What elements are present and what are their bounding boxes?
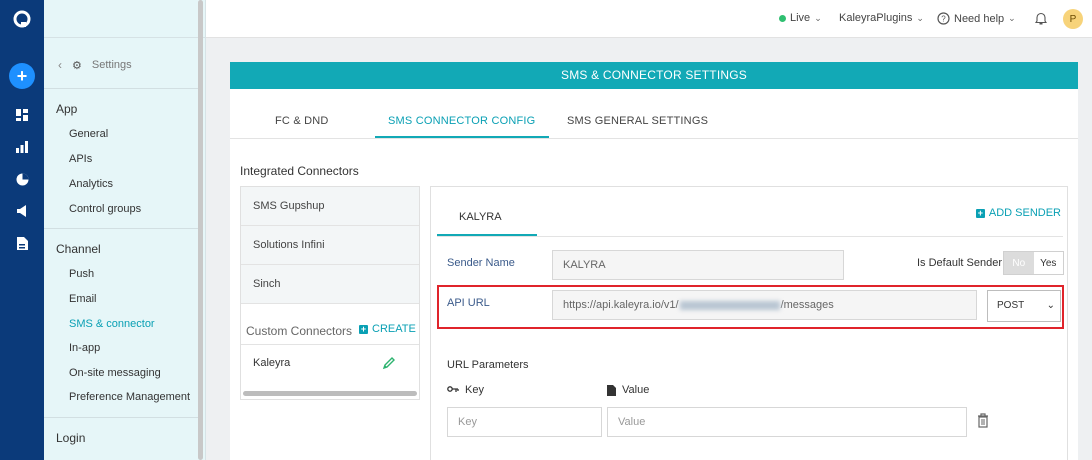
toggle-no[interactable]: No [1004, 252, 1034, 274]
sidebar-item-push[interactable]: Push [69, 268, 94, 280]
integrated-connectors-heading: Integrated Connectors [240, 164, 359, 178]
connector-list: SMS Gupshup Solutions Infini Sinch Custo… [240, 186, 420, 400]
value-header-label: Value [622, 384, 650, 396]
chevron-down-icon: ⌄ [1046, 300, 1055, 311]
connector-name: Kaleyra [253, 357, 291, 369]
document-icon [607, 384, 616, 396]
api-url-input[interactable]: https://api.kaleyra.io/v1/ /messages [552, 290, 977, 320]
add-sender-label: ADD SENDER [988, 207, 1061, 219]
chevron-down-icon: ⌄ [1008, 13, 1016, 23]
param-key-input[interactable]: Key [447, 407, 602, 437]
sidebar-top [44, 0, 205, 38]
plus-icon: + [975, 207, 985, 218]
connector-item-sms-gupshup[interactable]: SMS Gupshup [241, 187, 419, 226]
plus-icon: + [359, 323, 368, 334]
toggle-yes[interactable]: Yes [1034, 252, 1064, 274]
create-icon[interactable]: + [9, 63, 35, 89]
custom-connectors-heading: Custom Connectors [246, 324, 353, 338]
avatar[interactable]: P [1063, 9, 1083, 29]
tab-sms-connector-config[interactable]: SMS CONNECTOR CONFIG [388, 115, 535, 127]
svg-text:?: ? [941, 15, 946, 24]
settings-label: Settings [91, 59, 132, 71]
sidebar-item-in-app[interactable]: In-app [69, 342, 100, 354]
notifications-bell-icon[interactable] [1035, 12, 1047, 25]
key-header-label: Key [465, 384, 484, 396]
trash-icon[interactable] [977, 413, 989, 428]
account-switcher[interactable]: KaleyraPlugins ⌄ [839, 12, 924, 24]
sidebar-scrollbar[interactable] [198, 0, 203, 460]
connector-item-solutions-infini[interactable]: Solutions Infini [241, 226, 419, 265]
redacted-segment [679, 300, 780, 310]
divider [44, 88, 202, 89]
app-logo-icon[interactable] [11, 8, 33, 30]
url-parameters-heading: URL Parameters [447, 359, 529, 371]
is-default-sender-label: Is Default Sender [917, 257, 1002, 269]
sidebar-item-control-groups[interactable]: Control groups [69, 203, 141, 215]
sender-name-label: Sender Name [447, 257, 515, 269]
sidebar-item-analytics[interactable]: Analytics [69, 178, 113, 190]
sms-connector-settings-card: SMS & CONNECTOR SETTINGS FC & DND SMS CO… [230, 62, 1078, 460]
settings-tabs: FC & DND SMS CONNECTOR CONFIG SMS GENERA… [230, 89, 1078, 139]
api-url-label: API URL [447, 297, 490, 309]
default-sender-toggle[interactable]: No Yes [1003, 251, 1064, 275]
top-bar: Live ⌄ KaleyraPlugins ⌄ ? Need help ⌄ P [206, 0, 1092, 38]
sender-tab-kalyra[interactable]: KALYRA [459, 211, 502, 223]
key-column-header: Key [447, 384, 484, 396]
chevron-down-icon: ⌄ [814, 12, 822, 23]
http-method-value: POST [997, 300, 1025, 311]
param-value-input[interactable]: Value [607, 407, 967, 437]
http-method-select[interactable]: POST ⌄ [987, 290, 1061, 322]
sidebar-item-apis[interactable]: APIs [69, 153, 92, 165]
sidebar-item-email[interactable]: Email [69, 293, 97, 305]
divider [44, 417, 202, 418]
connector-item-kaleyra[interactable]: Kaleyra [241, 344, 419, 389]
tab-fc-dnd[interactable]: FC & DND [275, 115, 329, 127]
document-icon[interactable] [11, 232, 33, 254]
pie-chart-icon[interactable] [11, 168, 33, 190]
create-connector-button[interactable]: + CREATE [359, 323, 416, 335]
page-title: SMS & CONNECTOR SETTINGS [230, 62, 1078, 89]
megaphone-icon[interactable] [11, 200, 33, 222]
api-url-prefix: https://api.kaleyra.io/v1/ [563, 299, 679, 311]
sender-name-input[interactable]: KALYRA [552, 250, 844, 280]
gear-icon: ⚙ [72, 59, 82, 72]
api-url-suffix: /messages [780, 299, 834, 311]
edit-pencil-icon[interactable] [382, 356, 396, 370]
section-login: Login [56, 431, 86, 445]
tab-sms-general-settings[interactable]: SMS GENERAL SETTINGS [567, 115, 708, 127]
value-column-header: Value [607, 384, 649, 396]
divider [437, 236, 1063, 237]
connector-detail-panel: KALYRA + ADD SENDER Sender Name KALYRA I… [430, 186, 1068, 460]
help-circle-icon: ? [937, 12, 950, 25]
env-label: Live [790, 12, 811, 24]
connector-item-sinch[interactable]: Sinch [241, 265, 419, 304]
settings-sidebar: ‹ ⚙ Settings App General APIs Analytics … [44, 0, 206, 460]
section-app: App [56, 102, 78, 116]
sidebar-item-general[interactable]: General [69, 128, 108, 140]
help-menu[interactable]: ? Need help ⌄ [937, 12, 1016, 25]
back-to-settings[interactable]: ‹ ⚙ Settings [58, 58, 132, 72]
chevron-left-icon: ‹ [58, 58, 62, 72]
add-sender-button[interactable]: + ADD SENDER [975, 207, 1061, 219]
account-label: KaleyraPlugins [839, 12, 913, 24]
icon-rail: + [0, 0, 44, 460]
sidebar-item-preference-management[interactable]: Preference Management [69, 391, 190, 403]
connector-list-scrollbar[interactable] [243, 391, 417, 396]
active-tab-indicator [375, 136, 549, 138]
chevron-down-icon: ⌄ [916, 12, 924, 23]
sidebar-item-sms-connector[interactable]: SMS & connector [69, 318, 155, 330]
section-channel: Channel [56, 242, 101, 256]
analytics-bar-icon[interactable] [11, 136, 33, 158]
help-label: Need help [954, 12, 1005, 25]
env-switcher[interactable]: Live ⌄ [779, 12, 822, 24]
sidebar-item-on-site-messaging[interactable]: On-site messaging [69, 367, 161, 379]
create-label: CREATE [372, 323, 416, 335]
dashboard-icon[interactable] [11, 104, 33, 126]
key-icon [447, 386, 459, 392]
divider [44, 228, 202, 229]
live-status-dot [779, 14, 786, 22]
